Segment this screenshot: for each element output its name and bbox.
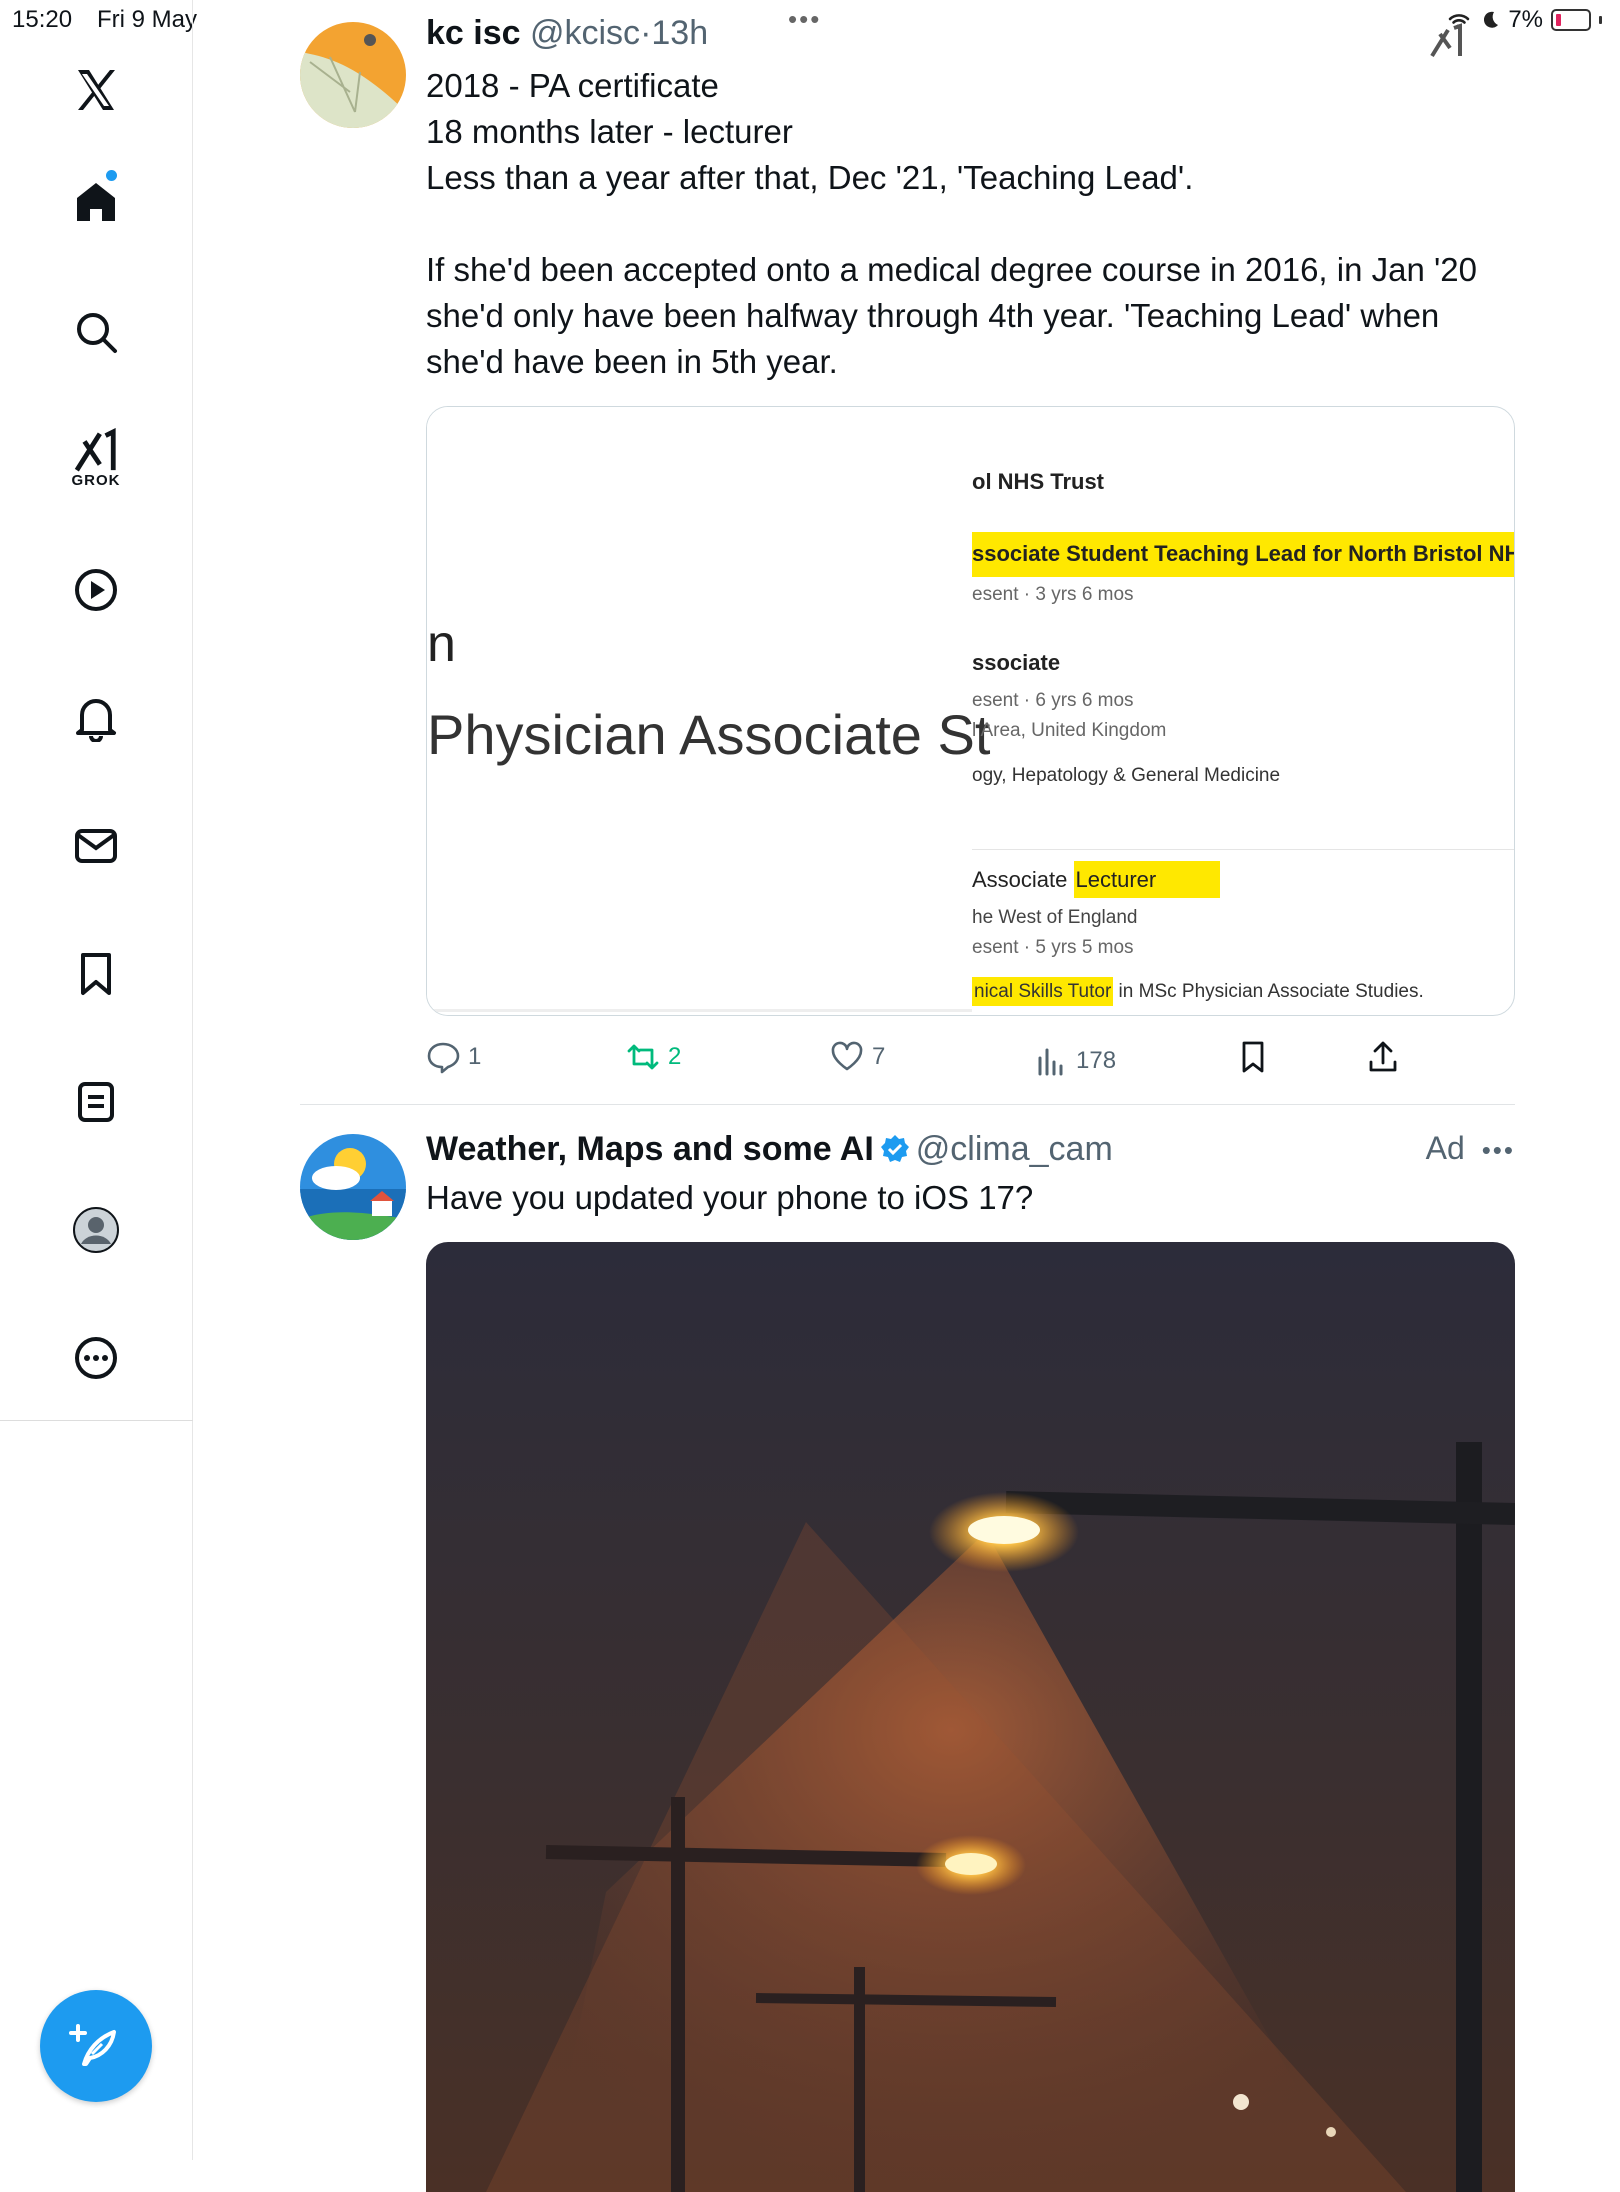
media-left-large: Physician Associate St: [427, 703, 991, 766]
tweet[interactable]: kc isc @kcisc·13h 2018 - PA certificate …: [300, 0, 1515, 1104]
tweet-actions: 1 2 7 178: [426, 1040, 1426, 1080]
heart-icon: [831, 1041, 863, 1071]
bookmark-icon: [1242, 1041, 1264, 1073]
media-role2-location: l Area, United Kingdom: [972, 720, 1167, 741]
share-icon: [1369, 1041, 1397, 1072]
avatar[interactable]: [300, 22, 406, 128]
media-org: ol NHS Trust: [972, 469, 1105, 494]
repost-button[interactable]: 2: [626, 1040, 681, 1074]
tweet-text: 2018 - PA certificate 18 months later - …: [426, 67, 1477, 380]
more-options-icon[interactable]: •••: [1482, 1135, 1515, 1165]
notifications-icon[interactable]: [56, 678, 136, 758]
views-count: 178: [1076, 1047, 1117, 1074]
avatar[interactable]: [300, 1134, 406, 1240]
verified-badge-icon: [880, 1135, 909, 1162]
home-icon[interactable]: [56, 162, 136, 242]
reply-button[interactable]: 1: [426, 1040, 481, 1074]
more-icon[interactable]: [56, 1318, 136, 1398]
profile-icon[interactable]: [56, 1190, 136, 1270]
sidebar: GROK: [0, 0, 193, 2160]
media-role2: ssociate: [972, 650, 1061, 675]
grok-label: GROK: [71, 471, 121, 489]
streetlight-rain-image: [426, 1242, 1515, 2192]
media-role3-desc: nical Skills Tutor in MSc Physician Asso…: [972, 977, 1424, 1006]
messages-icon[interactable]: [56, 806, 136, 886]
media-role3-org: he West of England: [972, 907, 1138, 928]
reply-count: 1: [468, 1043, 482, 1070]
ad-label: Ad: [1425, 1130, 1465, 1166]
media-right-panel: ol NHS Trust ssociate Student Teaching L…: [972, 407, 1515, 1015]
like-button[interactable]: 7: [830, 1040, 885, 1074]
tweet-text: Have you updated your phone to iOS 17?: [426, 1179, 1034, 1216]
compose-button[interactable]: [40, 1990, 152, 2102]
sidebar-divider: [0, 1420, 193, 1421]
media-role1: ssociate Student Teaching Lead for North…: [972, 541, 1515, 566]
battery-icon: [1551, 9, 1591, 31]
video-icon[interactable]: [56, 550, 136, 630]
media-role2-duration: esent · 6 yrs 6 mos: [972, 690, 1134, 711]
ad-label-row: Ad •••: [1426, 1130, 1515, 1167]
bookmarks-icon[interactable]: [56, 934, 136, 1014]
media-role1-duration: esent · 3 yrs 6 mos: [972, 584, 1134, 605]
media-role3-duration: esent · 5 yrs 5 mos: [972, 937, 1134, 958]
share-button[interactable]: [1366, 1040, 1400, 1074]
tweet-header: Weather, Maps and some AI @clima_cam: [426, 1130, 1113, 1169]
repost-count: 2: [668, 1043, 682, 1070]
tweet-media-image[interactable]: n Physician Associate St ol NHS Trust ss…: [426, 406, 1515, 1016]
author-name[interactable]: kc isc: [426, 14, 521, 52]
author-handle[interactable]: @clima_cam: [916, 1130, 1113, 1168]
bookmark-button[interactable]: [1236, 1040, 1270, 1074]
compose-icon: [69, 2024, 116, 2066]
views-icon: [1038, 1048, 1063, 1076]
media-role2-dept: ogy, Hepatology & General Medicine: [972, 765, 1281, 786]
media-role3: Associate Lecturer: [972, 861, 1221, 898]
search-icon[interactable]: [56, 292, 136, 372]
x-logo-icon[interactable]: [56, 50, 136, 130]
like-count: 7: [872, 1043, 886, 1070]
views-button[interactable]: 178: [1034, 1044, 1116, 1078]
tweet-media-image[interactable]: [426, 1242, 1515, 2192]
media-left-small: n: [427, 615, 456, 673]
tweet[interactable]: Weather, Maps and some AI @clima_cam Ad •…: [300, 1104, 1515, 2192]
author-name[interactable]: Weather, Maps and some AI: [426, 1130, 874, 1168]
repost-icon: [627, 1044, 659, 1070]
tweet-header: kc isc @kcisc·13h: [426, 14, 709, 52]
home-badge: [106, 170, 117, 181]
reply-icon: [427, 1042, 460, 1074]
lists-icon[interactable]: [56, 1062, 136, 1142]
author-handle[interactable]: @kcisc: [530, 14, 640, 52]
grok-icon[interactable]: GROK: [56, 418, 136, 498]
media-left-panel: n Physician Associate St: [427, 407, 990, 1015]
tweet-time[interactable]: 13h: [651, 14, 708, 52]
